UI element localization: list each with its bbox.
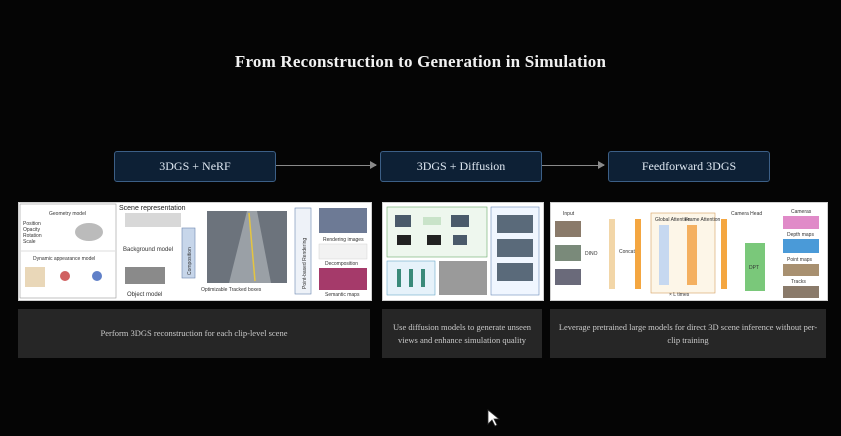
arrow-stage-1-to-2	[276, 161, 377, 169]
output-cameras-label: Cameras	[791, 209, 812, 215]
input-label: Input	[563, 211, 575, 217]
dpt-label: DPT	[749, 265, 759, 271]
reconstruction-figure: Geometry model Position Opacity Rotation…	[18, 202, 372, 301]
arrow-stage-2-to-3	[542, 161, 605, 169]
description-feedforward: Leverage pretrained large models for dir…	[550, 309, 826, 358]
composition-label: Composition	[187, 247, 193, 275]
scene-representation-label: Scene representation	[119, 205, 186, 212]
output-points-label: Point maps	[787, 257, 813, 263]
dino-label: DINO	[585, 251, 598, 257]
concat-label: Concat	[619, 249, 635, 255]
stage-3dgs-diffusion: 3DGS + Diffusion	[380, 151, 542, 182]
point-based-rendering-label: Point-based Rendering	[302, 238, 308, 289]
description-reconstruction: Perform 3DGS reconstruction for each cli…	[18, 309, 370, 358]
description-diffusion: Use diffusion models to generate unseen …	[382, 309, 542, 358]
diffusion-figure	[382, 202, 544, 301]
object-model-label: Object model	[127, 292, 162, 298]
frame-attention-label: Frame Attention	[685, 217, 721, 223]
mouse-cursor-icon	[487, 409, 501, 427]
background-model-label: Background model	[123, 247, 173, 253]
geometry-param-scale: Scale	[23, 239, 36, 245]
object-car	[125, 267, 165, 284]
geometry-model-label: Geometry model	[49, 211, 86, 217]
diffusion-diagram	[386, 206, 540, 296]
page-title: From Reconstruction to Generation in Sim…	[234, 52, 607, 71]
output-tracks-label: Tracks	[791, 279, 806, 285]
stage-3dgs-nerf: 3DGS + NeRF	[114, 151, 276, 182]
reconstruction-diagram: Geometry model Position Opacity Rotation…	[19, 203, 368, 299]
dynamic-appearance-label: Dynamic appearance model	[33, 256, 95, 262]
decomposition-label: Decomposition	[325, 261, 358, 267]
stage-feedforward-3dgs: Feedforward 3DGS	[608, 151, 770, 182]
semantic-maps-label: Semantic maps	[325, 292, 360, 298]
tracked-boxes-label: Optimizable Tracked boxes	[201, 287, 262, 293]
gaussian-blob	[75, 223, 103, 241]
repeat-times-label: × L times	[669, 292, 690, 298]
camera-head-label: Camera Head	[731, 211, 762, 217]
output-depth-label: Depth maps	[787, 232, 814, 238]
feedforward-figure: Input DINO Concat Global Attention Frame…	[550, 202, 828, 301]
feedforward-diagram: Input DINO Concat Global Attention Frame…	[555, 209, 819, 298]
rendering-images-label: Rendering images	[323, 237, 364, 243]
